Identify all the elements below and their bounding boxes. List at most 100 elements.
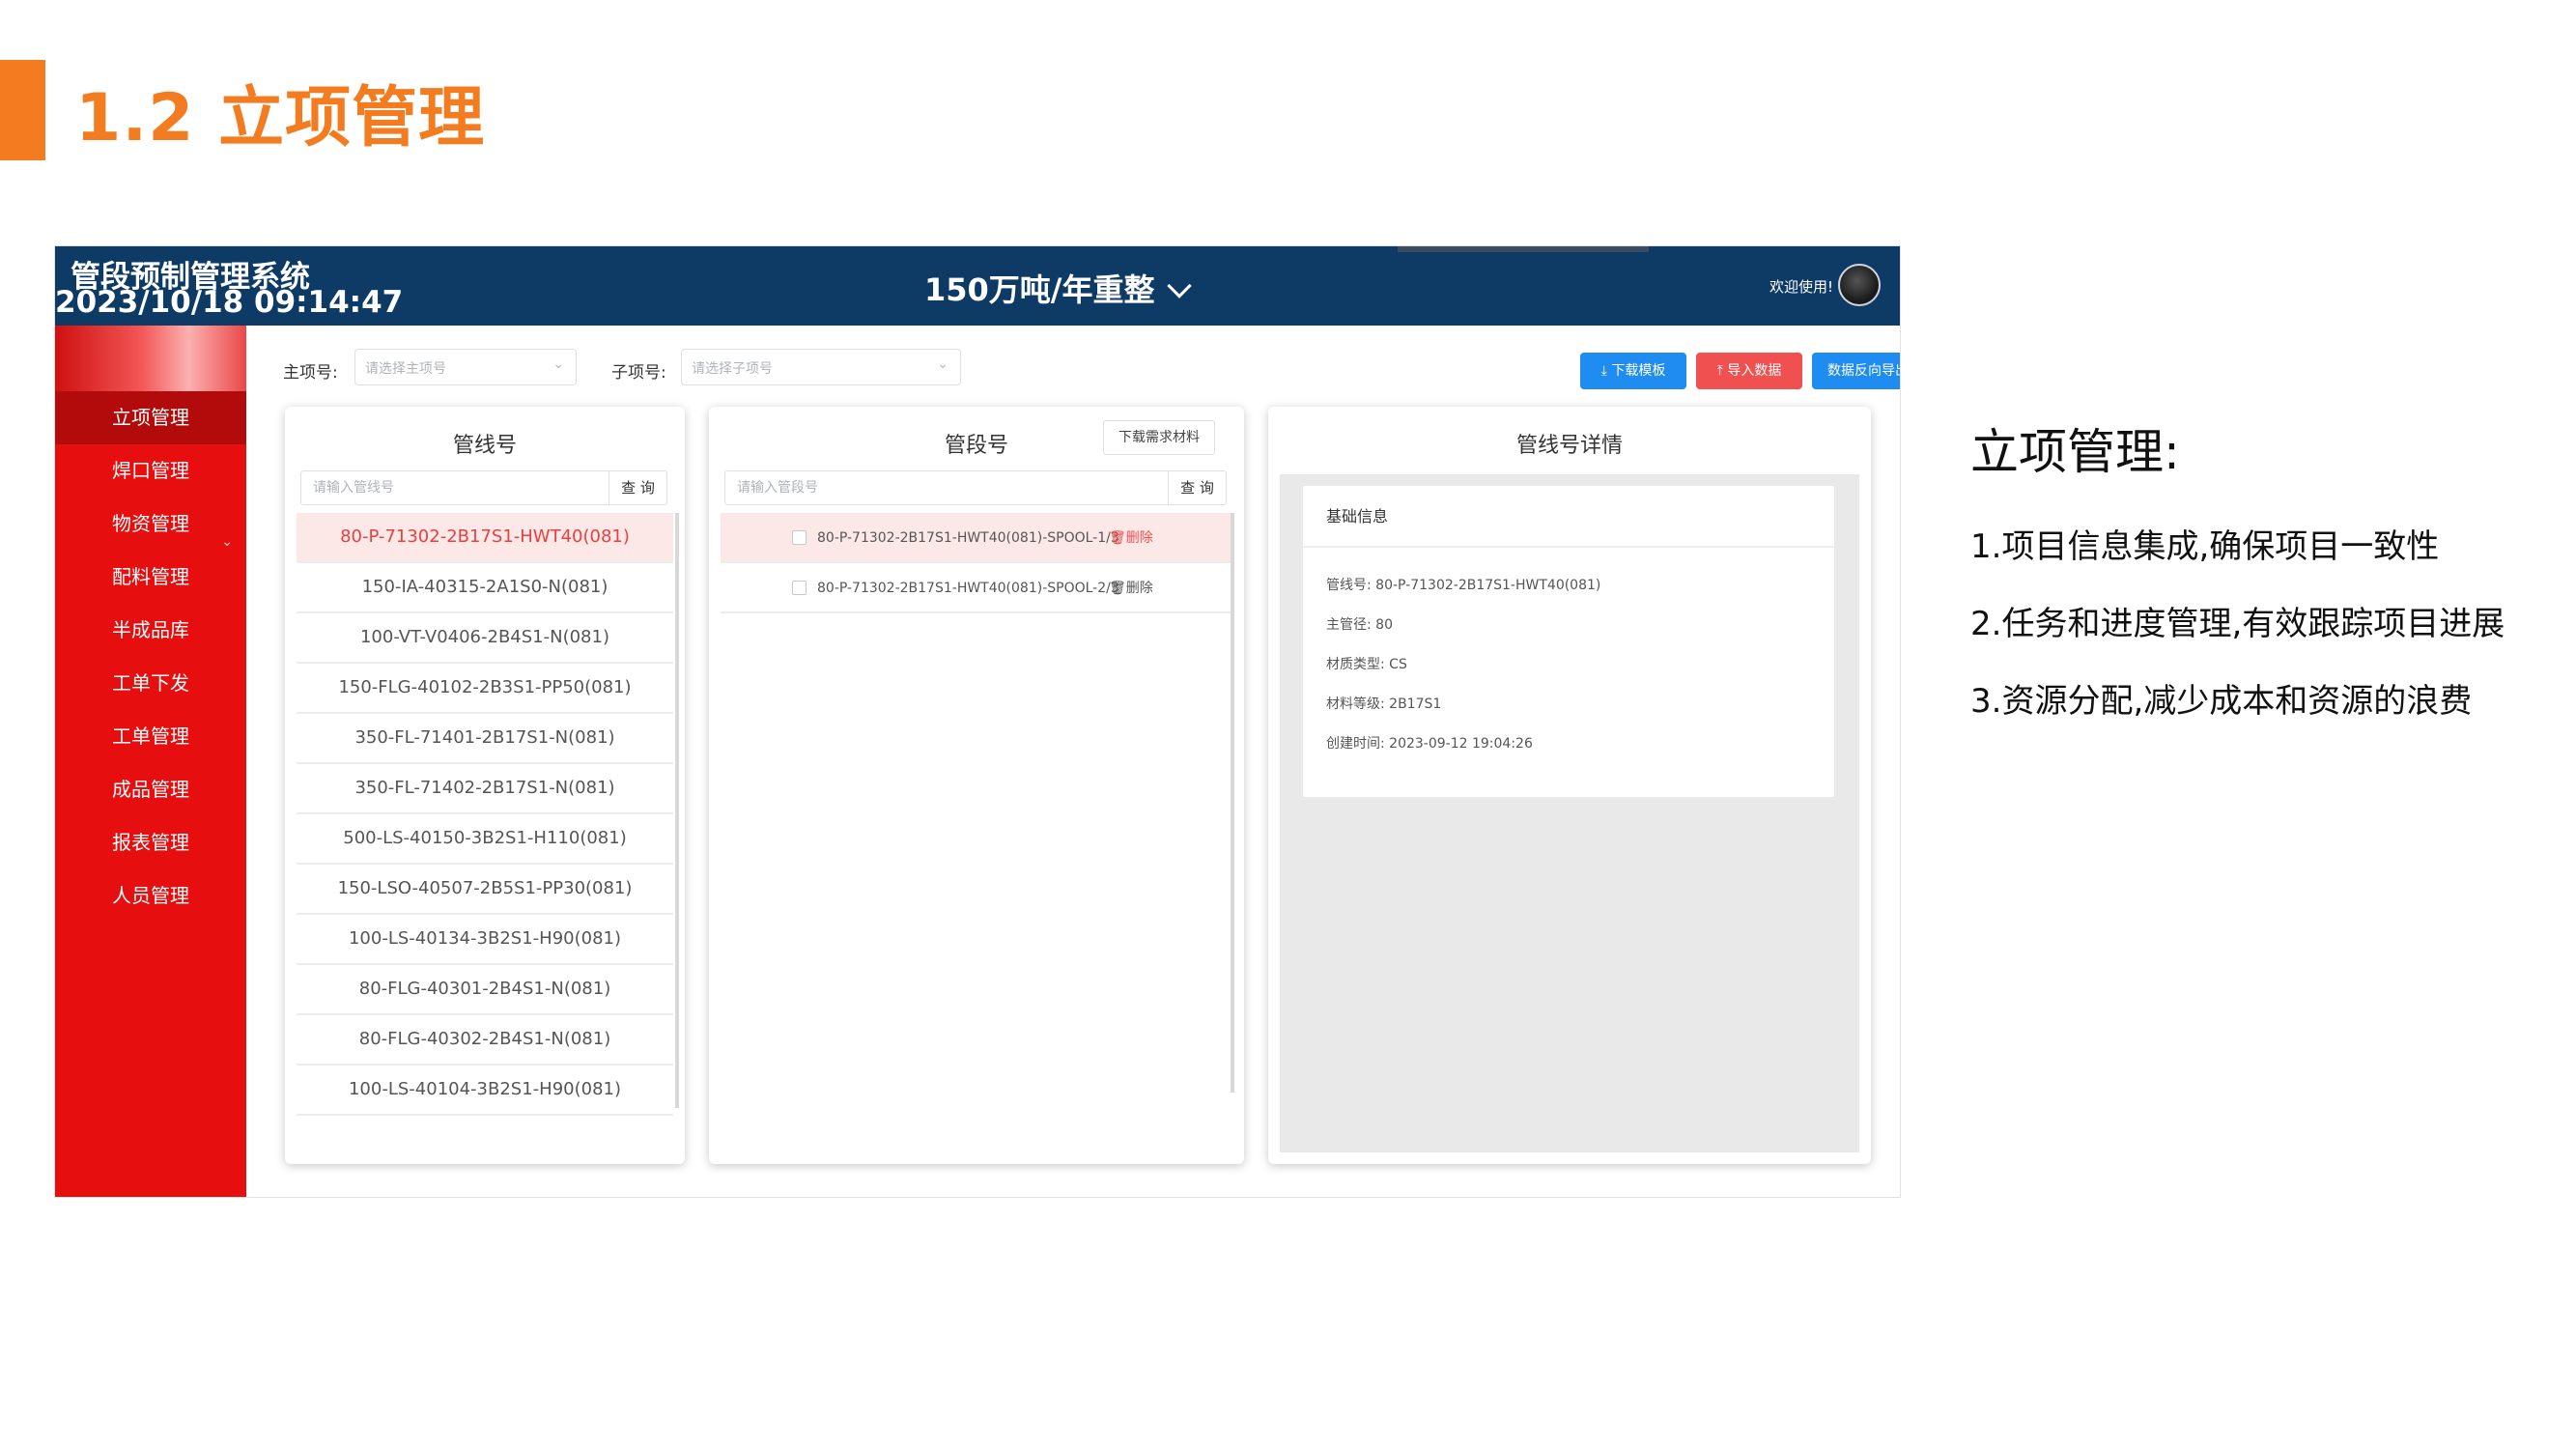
sidebar-item-label: 焊口管理 [112,459,189,482]
field-created-time: 创建时间: 2023-09-12 19:04:26 [1326,733,1533,753]
sidebar-item-batching[interactable]: 配料管理 [55,551,246,604]
pipeline-panel-title: 管线号 [452,434,517,458]
note-item-3: 3.资源分配,减少成本和资源的浪费 [1970,682,2473,721]
field-main-diameter: 主管径: 80 [1326,614,1393,634]
note-item-1: 1.项目信息集成,确保项目一致性 [1970,527,2440,566]
list-item[interactable]: 350-FL-71402-2B17S1-N(081) [297,764,673,814]
spool-checkbox[interactable] [792,581,807,595]
list-item[interactable]: 500-LS-40150-3B2S1-H110(081) [297,814,673,865]
pipeline-search-button[interactable]: 查 询 [609,471,666,504]
sub-item-select[interactable]: 请选择子项号 ⌄ [681,349,961,385]
list-item[interactable]: 80-P-71302-2B17S1-HWT40(081) [297,513,673,563]
list-item[interactable]: 150-IA-40315-2A1S0-N(081) [297,563,673,613]
main-item-select[interactable]: 请选择主项号 ⌄ [354,349,577,385]
sidebar-item-project[interactable]: 立项管理 [55,391,246,444]
detail-panel-title: 管线号详情 [1515,434,1623,458]
spool-search-button[interactable]: 查 询 [1168,471,1226,504]
field-pipeline-number: 管线号: 80-P-71302-2B17S1-HWT40(081) [1326,575,1600,594]
welcome-text: 欢迎使用! [1769,278,1834,296]
delete-link[interactable]: 🗑删除 [1109,563,1153,613]
sidebar-item-label: 立项管理 [112,406,189,429]
list-item[interactable]: 80-FLG-40301-2B4S1-N(081) [297,965,673,1015]
sub-item-placeholder: 请选择子项号 [692,361,773,377]
chevron-down-icon: ⌄ [937,356,948,372]
sidebar-item-finished[interactable]: 成品管理 [55,763,246,816]
download-template-button[interactable]: ⤓ 下载模板 [1580,353,1686,389]
list-item[interactable]: 100-LS-40134-3B2S1-H90(081) [297,915,673,965]
pipeline-search-box: 查 询 [300,470,667,505]
trash-icon: 🗑 [1109,530,1126,546]
slide-title: 1.2 立项管理 [75,80,486,156]
field-label: 主管径: [1326,617,1372,633]
sidebar-item-label: 工单管理 [112,724,189,748]
list-item[interactable]: 80-P-71302-2B17S1-HWT40(081)-SPOOL-1/3 🗑… [721,513,1232,563]
list-item[interactable]: 100-VT-V0406-2B4S1-N(081) [297,613,673,664]
sidebar-item-weld[interactable]: 焊口管理 [55,444,246,497]
import-data-label: 导入数据 [1727,363,1782,379]
spool-list: 80-P-71302-2B17S1-HWT40(081)-SPOOL-1/3 🗑… [721,513,1232,613]
sidebar-item-material[interactable]: 物资管理 ⌄ [55,497,246,551]
sidebar-item-label: 工单下发 [112,671,189,695]
spool-code: 80-P-71302-2B17S1-HWT40(081)-SPOOL-1/3 [817,530,1119,546]
field-value: 2B17S1 [1389,696,1442,712]
detail-panel: 管线号详情 基础信息 管线号: 80-P-71302-2B17S1-HWT40(… [1268,407,1871,1164]
delete-link[interactable]: 🗑删除 [1109,513,1153,563]
field-label: 材料等级: [1326,696,1385,712]
basic-info-card: 基础信息 管线号: 80-P-71302-2B17S1-HWT40(081) 主… [1303,486,1834,797]
pipeline-list: 80-P-71302-2B17S1-HWT40(081) 150-IA-4031… [297,513,673,1116]
list-item[interactable]: 80-P-71302-2B17S1-HWT40(081)-SPOOL-2/3 🗑… [721,563,1232,613]
avatar[interactable] [1838,264,1881,306]
list-item[interactable]: 100-LS-40104-3B2S1-H90(081) [297,1065,673,1116]
sidebar: 立项管理 焊口管理 物资管理 ⌄ 配料管理 半成品库 工单下发 工单管理 成品管理… [55,326,246,1197]
delete-label: 删除 [1125,581,1153,596]
spool-scrollbar[interactable] [1231,513,1234,1093]
datetime-display: 2023/10/18 09:14:47 [55,285,404,320]
project-selector-label: 150万吨/年重整 [924,271,1155,308]
spool-panel: 管段号 下载需求材料 查 询 80-P-71302-2B17S1-HWT40(0… [709,407,1244,1164]
field-material-grade: 材料等级: 2B17S1 [1326,694,1441,713]
sidebar-item-label: 报表管理 [112,831,189,854]
sidebar-item-label: 人员管理 [112,884,189,907]
field-value: 80 [1375,617,1393,633]
field-label: 创建时间: [1326,736,1385,752]
spool-search-box: 查 询 [724,470,1227,505]
download-materials-button[interactable]: 下载需求材料 [1103,420,1215,455]
import-data-button[interactable]: ⤒ 导入数据 [1696,353,1802,389]
sub-item-label: 子项号: [611,363,666,383]
main-item-placeholder: 请选择主项号 [365,361,446,377]
sidebar-banner [55,326,246,391]
field-value: 80-P-71302-2B17S1-HWT40(081) [1375,578,1601,593]
sidebar-item-work-order-dispatch[interactable]: 工单下发 [55,657,246,710]
reverse-export-button[interactable]: 数据反向导出 [1812,353,1900,389]
trash-icon: 🗑 [1109,581,1126,596]
pipeline-search-input[interactable] [301,471,609,504]
field-label: 材质类型: [1326,657,1385,672]
field-material-type: 材质类型: CS [1326,654,1407,673]
sidebar-item-label: 成品管理 [112,778,189,801]
list-item[interactable]: 150-FLG-40102-2B3S1-PP50(081) [297,664,673,714]
basic-info-heading: 基础信息 [1303,486,1834,548]
sidebar-item-personnel[interactable]: 人员管理 [55,869,246,923]
project-selector[interactable]: 150万吨/年重整 [924,266,1192,310]
pipeline-panel: 管线号 查 询 80-P-71302-2B17S1-HWT40(081) 150… [285,407,685,1164]
sidebar-item-semi-finished[interactable]: 半成品库 [55,604,246,657]
list-item[interactable]: 80-FLG-40302-2B4S1-N(081) [297,1015,673,1065]
field-value: 2023-09-12 19:04:26 [1389,736,1533,752]
sidebar-item-reports[interactable]: 报表管理 [55,816,246,869]
list-item[interactable]: 350-FL-71401-2B17S1-N(081) [297,714,673,764]
detail-body: 基础信息 管线号: 80-P-71302-2B17S1-HWT40(081) 主… [1280,474,1859,1152]
chevron-down-icon: ⌄ [552,356,564,372]
top-tab-indicator [1398,246,1649,252]
field-value: CS [1389,657,1407,672]
field-label: 管线号: [1326,578,1372,593]
spool-checkbox[interactable] [792,530,807,545]
sidebar-item-label: 配料管理 [112,565,189,588]
list-item[interactable]: 150-LSO-40507-2B5S1-PP30(081) [297,865,673,915]
download-template-label: 下载模板 [1611,363,1666,379]
title-accent-bar [0,60,45,160]
sidebar-item-work-order[interactable]: 工单管理 [55,710,246,763]
pipeline-scrollbar[interactable] [675,513,679,1108]
sidebar-item-label: 半成品库 [112,618,189,641]
download-icon: ⤓ [1600,363,1607,379]
spool-search-input[interactable] [725,471,1168,504]
